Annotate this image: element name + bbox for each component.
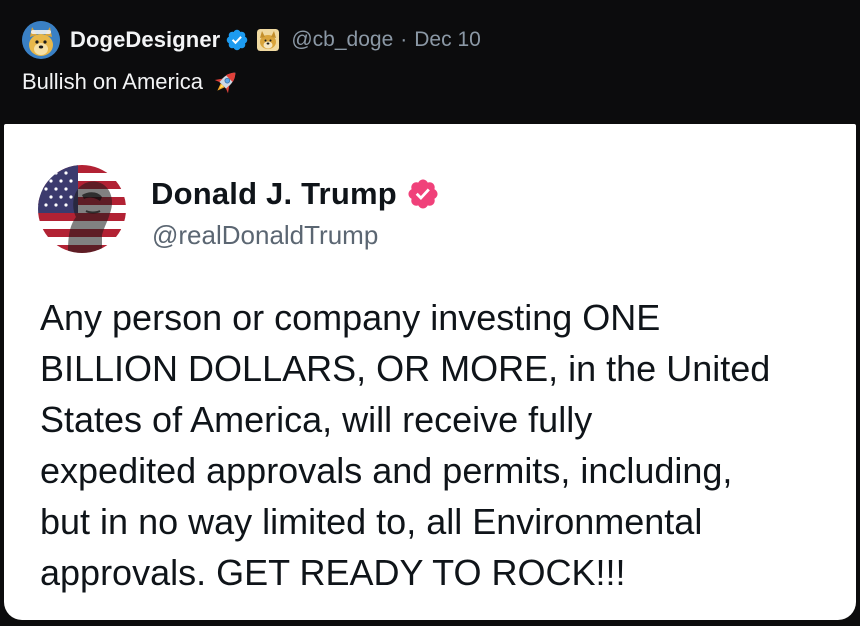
separator-dot: · — [400, 28, 408, 51]
verified-badge-icon — [227, 29, 248, 51]
outer-author-name[interactable]: DogeDesigner — [70, 27, 220, 53]
rocket-icon — [214, 72, 236, 94]
outer-author-handle[interactable]: @cb_doge — [291, 28, 393, 52]
doge-avatar-icon[interactable] — [22, 21, 60, 59]
quoted-tweet-text: Any person or company investing ONE BILL… — [40, 297, 771, 593]
quoted-author-name[interactable]: Donald J. Trump — [151, 176, 397, 212]
outer-tweet-text: Bullish on America — [22, 66, 241, 98]
verified-badge-icon — [408, 179, 438, 209]
outer-tweet-text-content: Bullish on America — [22, 69, 203, 94]
quoted-author-handle[interactable]: @realDonaldTrump — [152, 220, 378, 251]
doge-affiliate-badge-icon[interactable] — [257, 29, 280, 51]
outer-tweet-header: DogeDesigner @cb_doge · Dec 10 — [22, 20, 481, 60]
flag-portrait-avatar-icon[interactable] — [38, 165, 126, 253]
quoted-tweet-card[interactable]: Donald J. Trump @realDonaldTrump Any per… — [4, 124, 856, 620]
tweet-date[interactable]: Dec 10 — [414, 28, 481, 52]
screenshot-frame: DogeDesigner @cb_doge · Dec 10 Bullish o… — [0, 0, 860, 626]
quoted-author-row: Donald J. Trump — [151, 174, 440, 214]
